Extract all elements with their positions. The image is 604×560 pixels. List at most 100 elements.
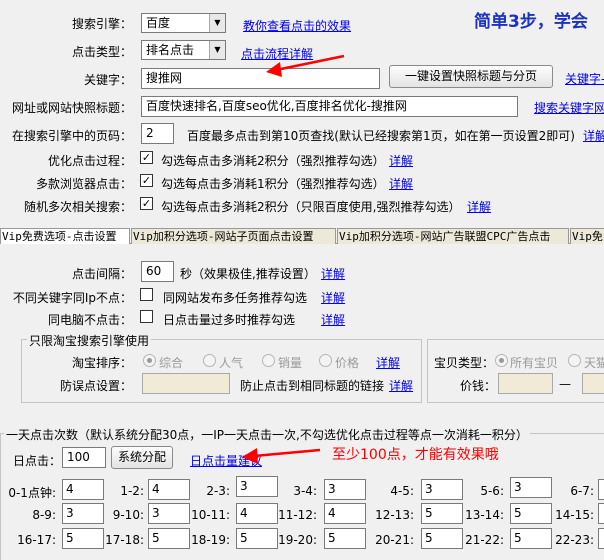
hour-input[interactable]: 5	[510, 528, 552, 549]
daily-click-input[interactable]: 100	[62, 447, 106, 468]
optimize-click-label: 优化点击过程：	[47, 154, 132, 168]
multi-browser-detail-link[interactable]: 详解	[389, 175, 413, 192]
tab-vip-more[interactable]: Vip免	[570, 228, 604, 244]
interval-detail-link[interactable]: 详解	[321, 265, 345, 282]
random-search-label: 随机多次相关搜索：	[23, 200, 132, 214]
chevron-down-icon[interactable]: ▼	[209, 14, 225, 32]
sort-comprehensive-label: 综合	[159, 356, 184, 370]
misclick-input[interactable]	[142, 373, 230, 394]
hour-input[interactable]: 5	[324, 528, 366, 549]
sort-popularity-radio[interactable]	[203, 354, 216, 367]
keyword-label: 关键字：	[83, 73, 132, 87]
misclick-detail-link[interactable]: 详解	[389, 377, 413, 394]
multi-browser-text: 勾选每点击多消耗1积分（强烈推荐勾选）	[161, 177, 385, 191]
item-type-tmall-radio[interactable]	[568, 354, 581, 367]
misclick-text: 防止点击到相同标题的链接	[240, 379, 385, 393]
search-engine-select[interactable]: 百度 ▼	[141, 13, 226, 33]
item-type-tmall-label: 天猫	[584, 356, 604, 370]
sort-popularity-label: 人气	[219, 356, 244, 370]
hour-input[interactable]: 5	[148, 528, 190, 549]
system-allocate-button[interactable]: 系统分配	[111, 446, 173, 469]
hour-input[interactable]: 3	[510, 477, 552, 498]
interval-input[interactable]: 60	[141, 261, 174, 282]
hour-input[interactable]: 5	[421, 503, 463, 524]
diff-ip-detail-link[interactable]: 详解	[321, 289, 345, 306]
snapshot-title-label: 网址或网站快照标题：	[11, 101, 132, 115]
tab-vip-subpage[interactable]: Vip加积分选项-网站子页面点击设置	[131, 228, 336, 244]
same-pc-checkbox[interactable]	[140, 310, 153, 323]
hour-label: 6-7:	[570, 484, 594, 498]
keyword-side-link[interactable]: 关键字-	[565, 70, 604, 87]
same-pc-text: 日点击量过多时推荐勾选	[163, 313, 296, 327]
page-number-input[interactable]: 2	[141, 123, 174, 144]
hour-input[interactable]	[598, 503, 604, 524]
price-min-input[interactable]	[498, 373, 553, 394]
hour-input[interactable]	[598, 479, 604, 500]
optimize-click-checkbox[interactable]: ✓	[140, 151, 153, 164]
taobao-sort-detail-link[interactable]: 详解	[376, 354, 400, 371]
hour-input[interactable]: 4	[62, 479, 104, 500]
click-type-select[interactable]: 排名点击 ▼	[141, 40, 226, 60]
optimize-click-detail-link[interactable]: 详解	[389, 152, 413, 169]
hour-label: 13-14:	[465, 508, 504, 522]
same-pc-label: 同电脑不点击：	[47, 313, 132, 327]
snapshot-title-input[interactable]: 百度快速排名,百度seo优化,百度排名优化-搜推网	[141, 96, 518, 117]
hour-input[interactable]: 3	[324, 479, 366, 500]
set-snapshot-title-button[interactable]: 一键设置快照标题与分页	[389, 65, 553, 88]
hour-label: 11-12:	[278, 508, 317, 522]
red-arrow-icon	[266, 54, 345, 77]
search-engine-label: 搜索引擎：	[71, 17, 132, 31]
search-keyword-site-link[interactable]: 搜索关键字网	[534, 99, 604, 116]
misclick-label: 防误点设置：	[59, 379, 132, 393]
hour-label: 16-17:	[17, 533, 56, 547]
hour-input[interactable]: 5	[421, 528, 463, 549]
hour-label: 5-6:	[480, 484, 504, 498]
hour-input[interactable]: 3	[421, 479, 463, 500]
taobao-sort-label: 淘宝排序：	[71, 356, 132, 370]
hour-input[interactable]: 3	[148, 503, 190, 524]
hour-label: 8-9:	[32, 508, 56, 522]
hour-input[interactable]: 5	[62, 528, 104, 549]
daily-annotation: 至少100点，才能有效果哦	[332, 447, 499, 463]
hour-label: 0-1点钟:	[8, 486, 56, 500]
page-number-detail-link[interactable]: 详解	[583, 127, 604, 144]
sort-sales-radio[interactable]	[262, 354, 275, 367]
random-search-detail-link[interactable]: 详解	[467, 198, 491, 215]
search-engine-value: 百度	[146, 16, 171, 30]
hour-input[interactable]: 3	[62, 503, 104, 524]
diff-ip-text: 同网站发布多任务推荐勾选	[163, 291, 308, 305]
chevron-down-icon[interactable]: ▼	[209, 41, 225, 59]
hour-label: 4-5:	[390, 484, 414, 498]
view-click-effect-link[interactable]: 教你查看点击的效果	[243, 17, 351, 34]
hour-input[interactable]: 5	[510, 503, 552, 524]
item-type-label: 宝贝类型：	[434, 356, 495, 370]
hour-input[interactable]: 4	[148, 479, 190, 500]
hour-input[interactable]	[598, 528, 604, 549]
same-pc-detail-link[interactable]: 详解	[321, 311, 345, 328]
interval-label: 点击间隔：	[71, 267, 132, 281]
hour-label: 3-4:	[293, 484, 317, 498]
page-number-note: 百度最多点击到第10页查找(默认已经搜索第1页，如在第一页设置2即可)	[187, 129, 575, 143]
item-type-all-radio[interactable]	[495, 354, 508, 367]
price-max-input[interactable]	[582, 373, 604, 394]
hour-label: 21-22:	[465, 533, 504, 547]
hour-input[interactable]: 3	[236, 476, 278, 497]
hour-input[interactable]: 4	[324, 503, 366, 524]
random-search-checkbox[interactable]: ✓	[140, 197, 153, 210]
hour-label: 9-10:	[112, 508, 144, 522]
tab-vip-free[interactable]: Vip免费选项-点击设置	[0, 228, 130, 244]
multi-browser-checkbox[interactable]: ✓	[140, 174, 153, 187]
daily-click-label: 日点击：	[13, 454, 62, 468]
hour-input[interactable]: 5	[236, 528, 278, 549]
sort-comprehensive-radio[interactable]	[143, 354, 156, 367]
hour-label: 18-19:	[191, 533, 230, 547]
click-type-label: 点击类型：	[71, 45, 132, 59]
taobao-group-legend: 只限淘宝搜索引擎使用	[27, 332, 152, 349]
diff-ip-checkbox[interactable]	[140, 288, 153, 301]
hour-input[interactable]: 4	[236, 503, 278, 524]
tab-vip-cpc[interactable]: Vip加积分选项-网站广告联盟CPC广告点击	[337, 228, 569, 244]
click-type-value: 排名点击	[146, 43, 195, 57]
diff-ip-label: 不同关键字同Ip不点：	[12, 291, 132, 305]
sort-price-radio[interactable]	[319, 354, 332, 367]
hour-label: 2-3:	[206, 484, 230, 498]
